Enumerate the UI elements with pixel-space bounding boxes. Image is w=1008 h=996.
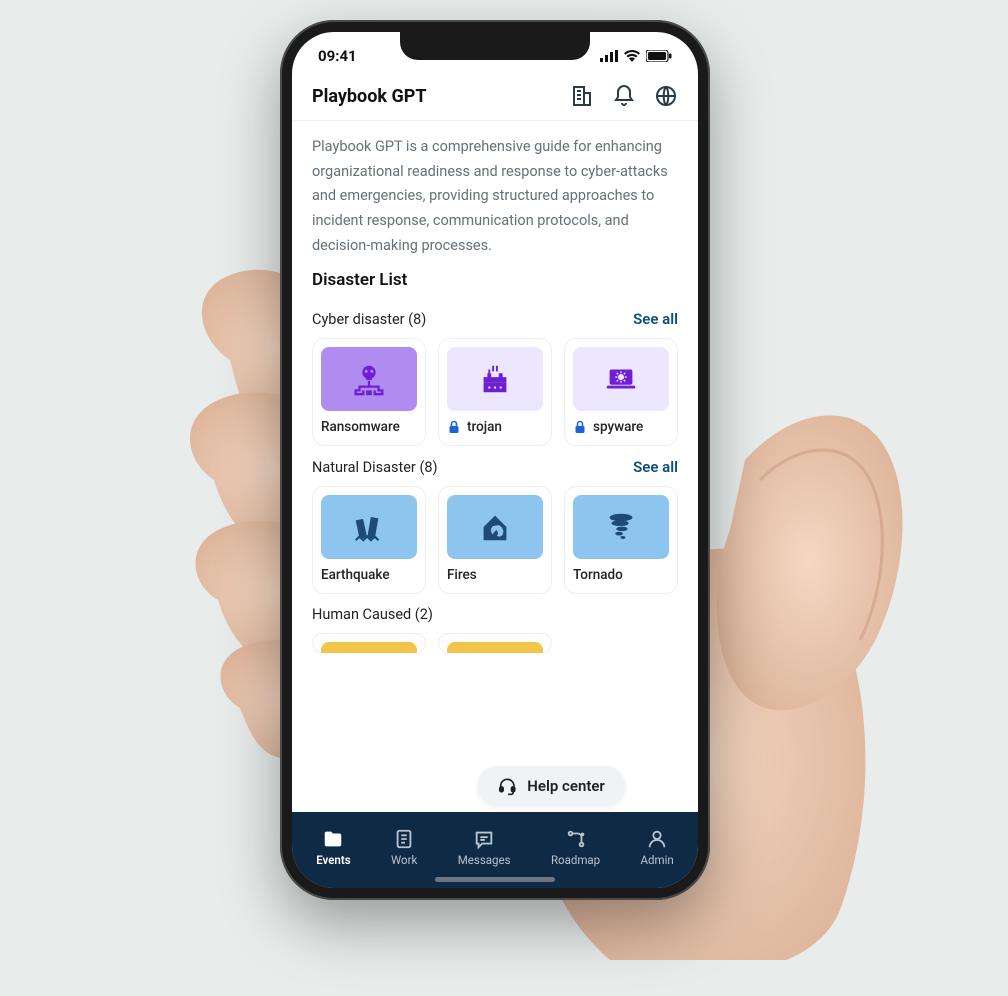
card-fires[interactable]: Fires xyxy=(438,486,552,594)
nav-admin[interactable]: Admin xyxy=(641,828,674,867)
wifi-icon xyxy=(624,50,640,62)
card-earthquake[interactable]: Earthquake xyxy=(312,486,426,594)
nav-work[interactable]: Work xyxy=(391,828,417,867)
building-icon[interactable] xyxy=(570,84,594,108)
castle-icon xyxy=(476,360,514,398)
app-header: Playbook GPT xyxy=(292,70,698,121)
tornado-icon xyxy=(602,508,640,546)
battery-icon xyxy=(646,50,672,62)
globe-icon[interactable] xyxy=(654,84,678,108)
card-tornado[interactable]: Tornado xyxy=(564,486,678,594)
status-time: 09:41 xyxy=(318,47,357,65)
headset-icon xyxy=(497,776,517,796)
intro-text: Playbook GPT is a comprehensive guide fo… xyxy=(312,135,678,258)
card-ransomware[interactable]: Ransomware xyxy=(312,338,426,446)
phone-frame: 09:41 Playbook GPT Playbook GPT is a com… xyxy=(280,20,710,900)
card-spyware[interactable]: spyware xyxy=(564,338,678,446)
card-label: Tornado xyxy=(573,567,623,583)
category-cyber-label: Cyber disaster (8) xyxy=(312,311,426,328)
card-human-1[interactable] xyxy=(312,633,426,653)
nav-messages[interactable]: Messages xyxy=(458,828,511,867)
see-all-cyber[interactable]: See all xyxy=(633,310,678,328)
natural-row[interactable]: Earthquake Fires Tornado xyxy=(312,486,678,594)
card-label: trojan xyxy=(467,419,502,435)
house-fire-icon xyxy=(476,508,514,546)
bell-icon[interactable] xyxy=(612,84,636,108)
nav-roadmap[interactable]: Roadmap xyxy=(551,828,600,867)
home-indicator[interactable] xyxy=(435,877,555,882)
app-title: Playbook GPT xyxy=(312,86,427,107)
roadmap-icon xyxy=(565,828,587,850)
cellular-icon xyxy=(600,50,618,62)
nav-events[interactable]: Events xyxy=(316,828,350,867)
card-label: spyware xyxy=(593,419,643,435)
card-label: Ransomware xyxy=(321,419,400,435)
lock-icon xyxy=(447,420,461,434)
person-icon xyxy=(646,828,668,850)
bottom-nav: Events Work Messages Roadmap Admin xyxy=(292,812,698,888)
card-label: Fires xyxy=(447,567,477,583)
card-trojan[interactable]: trojan xyxy=(438,338,552,446)
cyber-row[interactable]: Ransomware trojan xyxy=(312,338,678,446)
earthquake-icon xyxy=(350,508,388,546)
document-icon xyxy=(393,828,415,850)
lock-icon xyxy=(573,420,587,434)
disaster-list-title: Disaster List xyxy=(312,270,678,290)
category-natural-label: Natural Disaster (8) xyxy=(312,459,438,476)
card-human-2[interactable] xyxy=(438,633,552,653)
category-human-label: Human Caused (2) xyxy=(312,606,433,623)
folder-icon xyxy=(322,828,344,850)
help-center-button[interactable]: Help center xyxy=(477,766,625,806)
message-icon xyxy=(473,828,495,850)
laptop-bug-icon xyxy=(602,360,640,398)
skull-network-icon xyxy=(350,360,388,398)
see-all-natural[interactable]: See all xyxy=(633,458,678,476)
card-label: Earthquake xyxy=(321,567,390,583)
help-center-label: Help center xyxy=(527,777,605,795)
phone-notch xyxy=(400,32,590,60)
human-row[interactable] xyxy=(312,633,678,653)
